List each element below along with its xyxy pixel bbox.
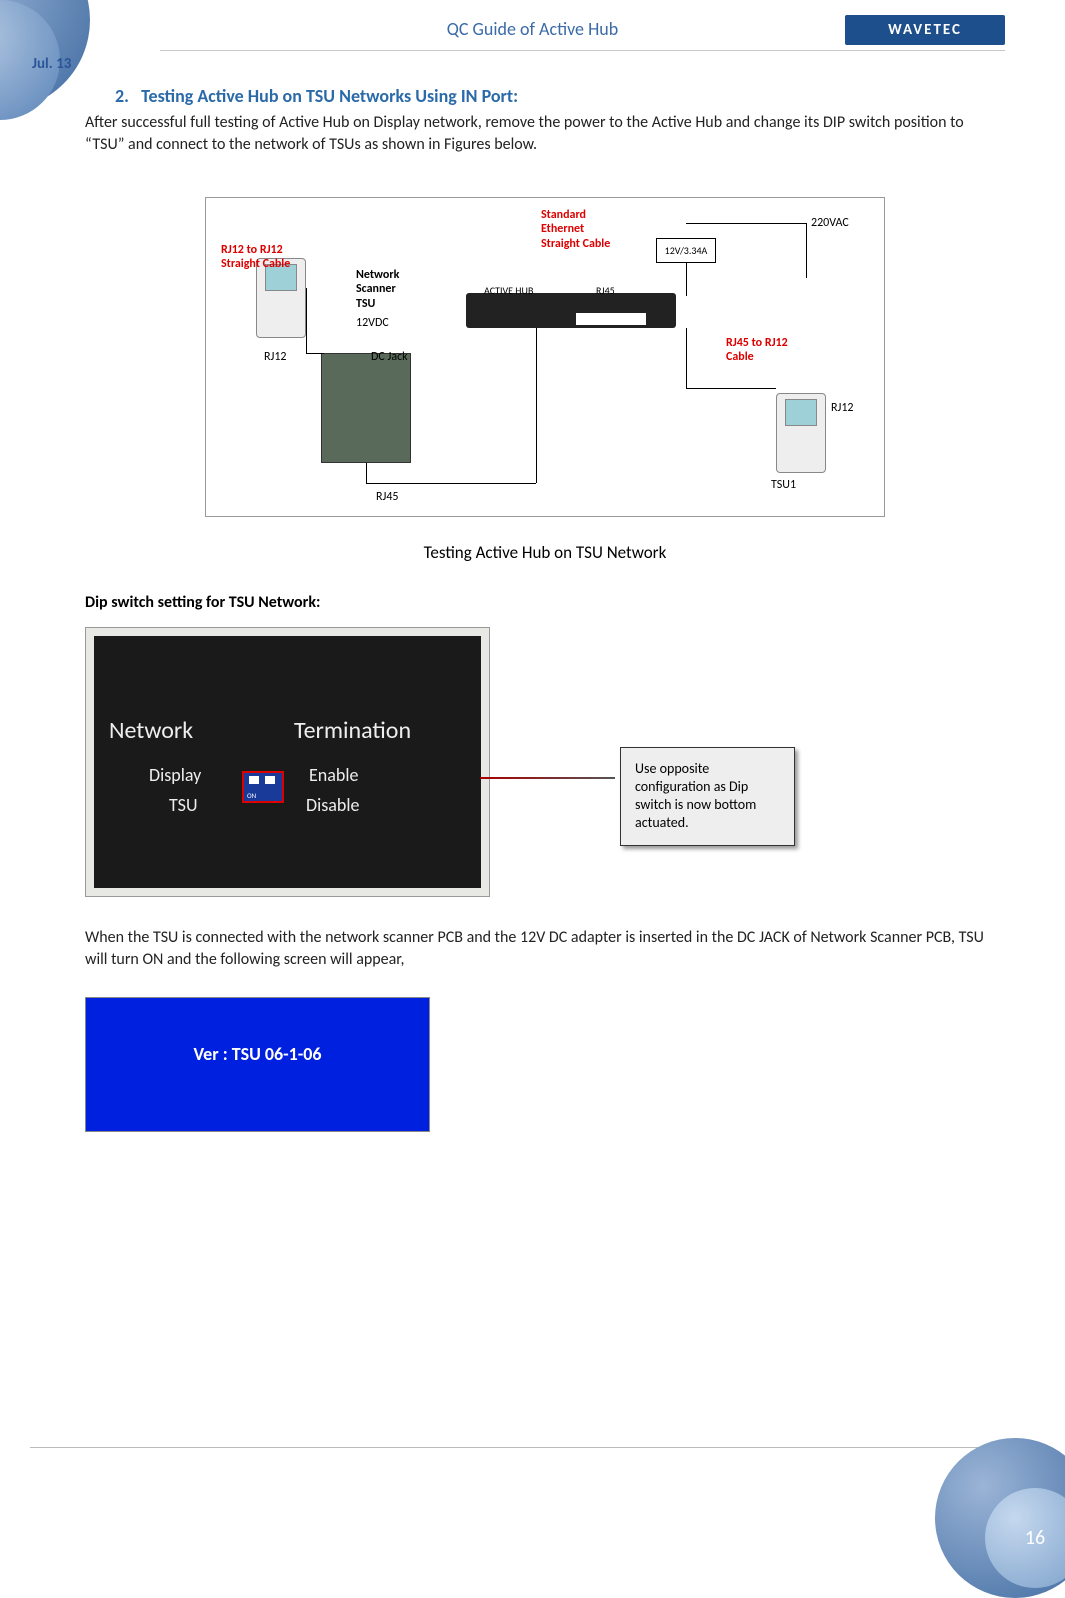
adapter-box: 12V/3.34A: [656, 238, 716, 263]
dip-display-label: Display: [149, 764, 201, 786]
wire: [686, 388, 776, 389]
header-divider: [160, 50, 1005, 51]
callout-note: Use opposite configuration as Dip switch…: [620, 747, 795, 846]
dip-switch-icon: [242, 771, 284, 803]
label-dcjack: DC Jack: [371, 350, 408, 364]
label-activehub: ACTIVE HUB: [484, 285, 533, 297]
label-scanner: Network Scanner TSU: [356, 268, 399, 311]
wire: [686, 328, 687, 388]
tsu-screen: Ver : TSU 06-1-06: [85, 997, 430, 1132]
section-title: Testing Active Hub on TSU Networks Using…: [141, 85, 518, 107]
wire: [686, 223, 806, 224]
footer-decoration: 16: [935, 1438, 1065, 1598]
after-dip-text: When the TSU is connected with the netwo…: [85, 927, 1005, 972]
section-number: 2.: [115, 85, 129, 107]
dip-enable-label: Enable: [309, 764, 358, 786]
tsu-screen-text: Ver : TSU 06-1-06: [193, 1043, 321, 1065]
wire: [306, 353, 324, 354]
document-date: Jul. 13: [32, 55, 71, 73]
dip-tsu-label: TSU: [169, 794, 198, 816]
wire: [686, 263, 687, 296]
callout-arrow: [480, 777, 615, 779]
label-rj45-cable: RJ45 to RJ12 Cable: [726, 336, 788, 365]
dip-switch-photo: Network Termination Display TSU Enable D…: [85, 627, 490, 897]
label-tsu1: TSU1: [771, 478, 796, 492]
wire: [306, 288, 307, 353]
label-rj45-bottom: RJ45: [376, 490, 399, 504]
label-std-eth: Standard Ethernet Straight Cable: [541, 208, 610, 251]
diagram-caption: Testing Active Hub on TSU Network: [85, 542, 1005, 563]
dip-network-label: Network: [109, 716, 193, 745]
label-voltage: 220VAC: [811, 216, 849, 230]
brand-logo: WAVETEC: [845, 15, 1005, 45]
dip-termination-label: Termination: [294, 716, 411, 745]
label-rj45-top: RJ45: [596, 285, 615, 297]
wire: [366, 463, 367, 483]
dip-heading: Dip switch setting for TSU Network:: [85, 593, 1005, 612]
label-12vdc: 12VDC: [356, 316, 389, 330]
label-rj12-cable: RJ12 to RJ12 Straight Cable: [221, 243, 290, 272]
page-number: 16: [985, 1488, 1065, 1588]
section-intro: After successful full testing of Active …: [85, 112, 1005, 157]
hub-ports-icon: [576, 313, 646, 325]
wire: [806, 223, 807, 278]
label-rj12-left: RJ12: [264, 350, 287, 364]
label-rj12-right: RJ12: [831, 401, 854, 415]
dip-switch-figure: Network Termination Display TSU Enable D…: [85, 627, 1005, 907]
pcb-icon: [321, 353, 411, 463]
footer-divider: [30, 1447, 1005, 1448]
wire: [366, 483, 536, 484]
dip-disable-label: Disable: [306, 794, 359, 816]
network-diagram: 12V/3.34A RJ12 to RJ12 Straight Cable St…: [205, 197, 885, 517]
section-heading: 2. Testing Active Hub on TSU Networks Us…: [115, 85, 1005, 107]
tsu-keypad-icon: [776, 393, 826, 473]
wire: [536, 328, 537, 483]
